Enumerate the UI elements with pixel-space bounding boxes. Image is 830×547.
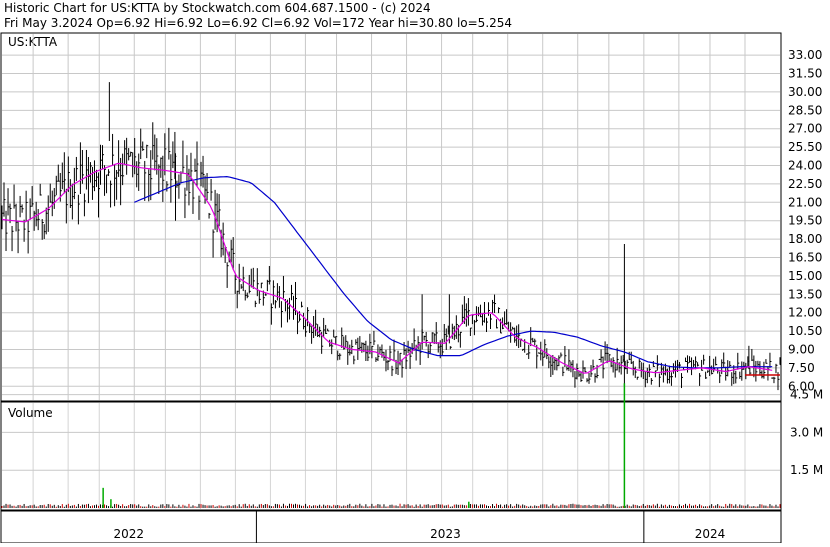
chart-header-line2: Fri May 3.2024 Op=6.92 Hi=6.92 Lo=6.92 C… (4, 16, 512, 30)
volume-axis: 4.5 M 3.0 M 1.5 M (790, 388, 823, 478)
price-tick-label: 10.50 (788, 324, 822, 338)
stock-chart: Historic Chart for US:KTTA by Stockwatch… (0, 0, 830, 544)
price-tick-label: 28.50 (788, 103, 822, 117)
price-tick-label: 18.00 (788, 232, 822, 246)
price-tick-label: 30.00 (788, 85, 822, 99)
price-tick-label: 7.50 (788, 361, 815, 375)
price-tick-label: 27.00 (788, 122, 822, 136)
price-tick-label: 12.00 (788, 306, 822, 320)
volume-tick-label: 3.0 M (790, 425, 823, 439)
price-tick-label: 13.50 (788, 287, 822, 301)
price-tick-label: 33.00 (788, 48, 822, 62)
price-tick-label: 31.50 (788, 67, 822, 81)
volume-tick-label: 1.5 M (790, 463, 823, 477)
year-tick-label: 2022 (114, 527, 145, 541)
price-tick-label: 22.50 (788, 177, 822, 191)
price-tick-label: 25.50 (788, 140, 822, 154)
price-tick-label: 16.50 (788, 251, 822, 265)
volume-label: Volume (8, 406, 53, 420)
price-tick-label: 19.50 (788, 214, 822, 228)
price-tick-label: 9.00 (788, 342, 815, 356)
year-tick-label: 2023 (430, 527, 461, 541)
chart-root: Historic Chart for US:KTTA by Stockwatch… (0, 0, 830, 544)
price-tick-label: 15.00 (788, 269, 822, 283)
price-tick-label: 24.00 (788, 159, 822, 173)
chart-header-line1: Historic Chart for US:KTTA by Stockwatch… (4, 1, 431, 15)
year-tick-label: 2024 (695, 527, 726, 541)
price-tick-label: 21.00 (788, 195, 822, 209)
volume-tick-label: 4.5 M (790, 388, 823, 402)
